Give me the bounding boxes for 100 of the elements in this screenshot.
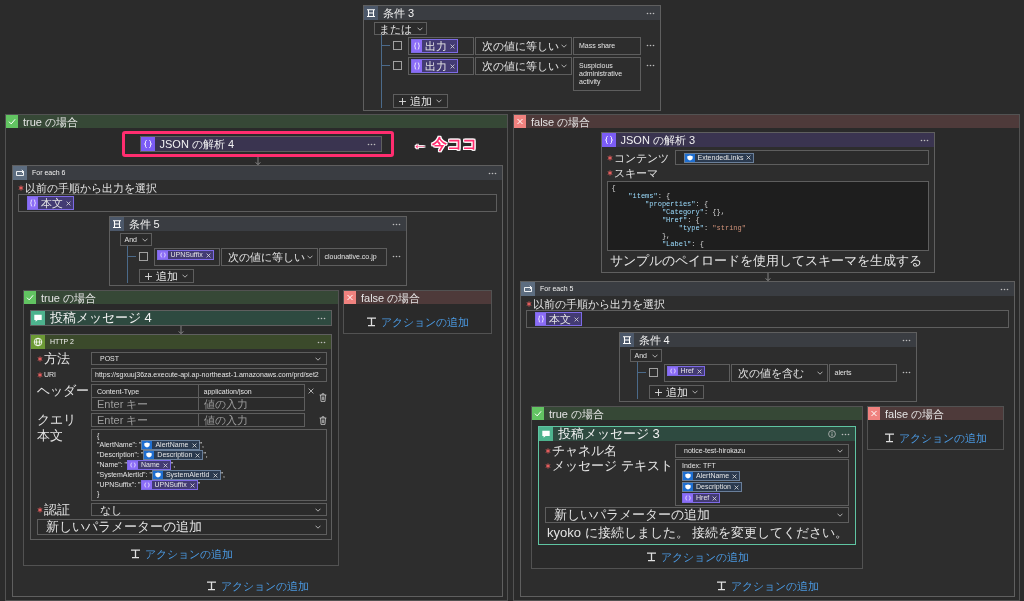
gate-icon [619,333,634,347]
comparison-dropdown[interactable]: 次の値を含む [730,364,828,382]
chevron-down-icon [436,99,442,103]
generate-schema-link[interactable]: サンプルのペイロードを使用してスキーマを生成する [609,254,922,268]
connector-arrow [253,157,262,165]
braces-icon [28,197,38,209]
value-field[interactable]: 値の入力 [197,413,305,427]
gate-icon [109,217,124,231]
shield-icon [144,451,155,459]
branch-title: false の場合 [531,115,591,128]
field-label: スキーマ [613,167,658,179]
token-chip[interactable]: 出力 [411,59,458,73]
add-action-link[interactable]: アクションの追加 [716,580,819,592]
operand-field[interactable]: 出力 [408,57,474,75]
branch-title: true の場合 [23,115,78,128]
add-parameter-dropdown[interactable]: 新しいパラメーターの追加 [37,519,327,535]
plus-icon [144,272,152,280]
field-label: クエリ [37,413,76,427]
field-label: 方法 [44,352,70,366]
select-field[interactable]: なし [91,503,327,516]
chat-bubble-icon [31,311,45,325]
chevron-down-icon [306,255,313,259]
checkbox[interactable] [138,252,148,261]
token-chip[interactable]: 本文 [27,196,74,210]
annotation-label: ← 今ココ [412,135,477,152]
close-icon[interactable] [66,200,71,206]
connector-arrow [763,273,772,281]
add-parameter-dropdown[interactable]: 新しいパラメーターの追加 [545,507,849,523]
key-field[interactable]: Enter キー [91,413,199,427]
close-icon[interactable] [205,252,211,258]
add-action-link[interactable]: アクションの追加 [884,432,987,444]
braces-icon [683,494,693,502]
add-button[interactable]: 追加 [393,94,448,108]
add-action-link[interactable]: アクションの追加 [366,316,469,328]
checkbox[interactable] [393,61,402,70]
card-title: 投稿メッセージ 4 [50,311,153,325]
input-field[interactable]: 本文 [18,194,497,212]
field-label: 認証 [44,503,70,517]
close-icon[interactable] [574,316,579,322]
shield-icon [683,483,693,491]
close-icon[interactable] [732,473,738,479]
group-operator-dropdown[interactable]: または [374,22,427,35]
close-icon[interactable] [162,462,168,468]
chat-bubble-icon [539,427,553,441]
plus-icon [399,97,406,105]
comparison-dropdown[interactable]: 次の値に等しい [475,57,572,75]
checkbox[interactable] [648,368,658,377]
close-icon[interactable] [191,442,197,448]
i-beam-icon [645,552,657,562]
branch-title: true の場合 [549,407,604,420]
token-chip[interactable]: 本文 [535,312,582,326]
close-icon[interactable] [734,484,739,490]
close-icon[interactable] [712,495,718,501]
more-icon[interactable] [646,64,655,67]
value-field[interactable]: 値の入力 [197,397,305,411]
trash-icon[interactable] [319,393,327,402]
branch-title: false の場合 [361,291,421,304]
chevron-down-icon [417,26,423,31]
close-icon[interactable] [212,472,218,478]
info-icon[interactable] [828,430,836,438]
close-icon[interactable] [195,452,201,458]
braces-icon [601,133,616,147]
shield-icon [683,472,693,480]
trash-icon[interactable] [319,415,327,425]
add-action-link[interactable]: アクションの追加 [206,580,309,592]
add-action-link[interactable]: アクションの追加 [645,551,749,563]
field-label: ヘッダー [37,384,89,398]
chevron-down-icon [561,44,567,48]
close-icon[interactable] [450,43,455,49]
close-icon[interactable] [746,155,752,160]
check-icon [6,115,18,128]
cross-icon [344,291,356,304]
more-icon[interactable] [646,44,655,47]
operand-field[interactable]: 出力 [408,37,474,55]
checkbox[interactable] [393,41,402,50]
chevron-down-icon [315,507,321,512]
close-icon[interactable] [307,388,314,394]
more-icon[interactable] [901,371,911,374]
close-icon[interactable] [189,482,195,488]
comparison-dropdown[interactable]: 次の値に等しい [220,248,318,266]
token-chip[interactable]: 出力 [411,39,458,53]
add-button[interactable]: 追加 [138,269,194,283]
more-icon[interactable] [317,340,326,344]
braces-icon [141,481,152,489]
close-icon[interactable] [450,63,455,69]
chevron-down-icon [181,274,188,278]
i-beam-icon [716,581,727,591]
add-action-link[interactable]: アクションの追加 [129,548,233,560]
field-label: チャネル名 [552,444,617,458]
add-button[interactable]: 追加 [648,385,704,399]
input-field[interactable]: 本文 [526,310,1009,328]
key-field[interactable]: Enter キー [91,397,199,411]
field-label: 以前の手順から出力を選択 [25,182,157,194]
check-icon [532,407,544,420]
comparison-dropdown[interactable]: 次の値に等しい [475,37,572,55]
braces-icon [412,40,422,52]
braces-icon [140,137,155,151]
more-icon[interactable] [391,255,401,258]
close-icon[interactable] [696,368,702,374]
chevron-down-icon [561,64,567,68]
